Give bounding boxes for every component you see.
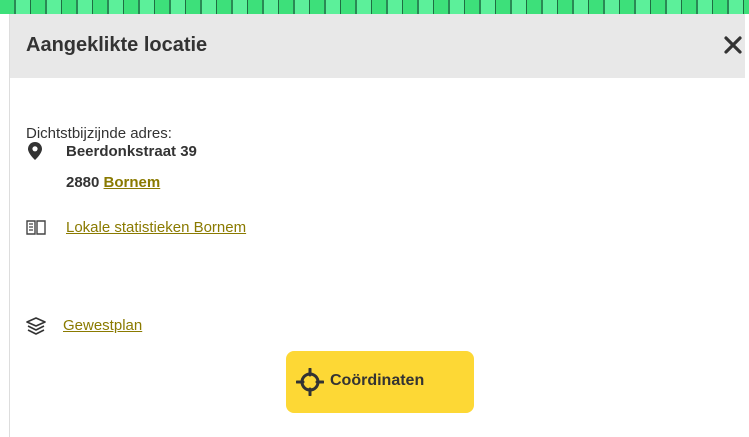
crosshair-icon <box>296 368 324 396</box>
city-link[interactable]: Bornem <box>104 174 161 191</box>
postal-city-row: 2880 Bornem <box>66 174 160 191</box>
close-icon <box>724 36 742 54</box>
local-statistics-link[interactable]: Lokale statistieken Bornem <box>66 219 246 236</box>
close-button[interactable] <box>721 32 745 58</box>
map-background-strip[interactable] <box>0 0 749 14</box>
street-address: Beerdonkstraat 39 <box>66 143 197 160</box>
gewestplan-link[interactable]: Gewestplan <box>63 317 142 334</box>
layers-icon <box>26 317 46 335</box>
coordinates-button[interactable]: Coördinaten <box>286 351 474 413</box>
nearest-address-label: Dichtstbijzijnde adres: <box>26 125 172 142</box>
popup-header: Aangeklikte locatie <box>10 14 745 78</box>
map-pin-icon <box>28 142 42 160</box>
coordinates-button-label: Coördinaten <box>330 372 425 389</box>
book-icon <box>26 220 46 235</box>
popup-title: Aangeklikte locatie <box>26 34 208 56</box>
postal-code: 2880 <box>66 174 100 191</box>
location-popup: Aangeklikte locatie Dichtstbijzijnde adr… <box>9 14 745 437</box>
